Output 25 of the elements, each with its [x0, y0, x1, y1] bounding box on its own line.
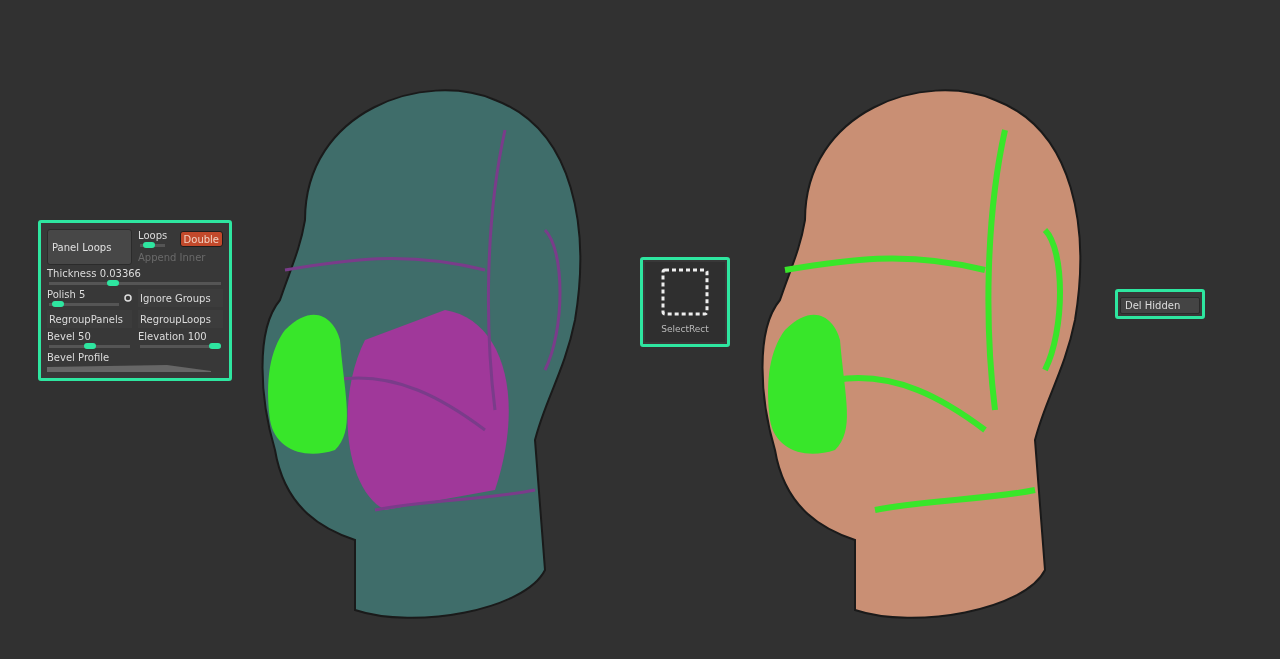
ignore-groups-button[interactable]: Ignore Groups	[138, 289, 223, 307]
panel-loops-button[interactable]: Panel Loops	[47, 229, 132, 265]
slider-label: Loops	[138, 230, 168, 241]
bevel-profile-label: Bevel Profile	[47, 352, 111, 363]
circle-icon	[124, 294, 132, 302]
selection-rectangle-icon	[661, 268, 709, 316]
slider-label: Elevation 100	[138, 331, 208, 342]
del-hidden-button[interactable]: Del Hidden	[1120, 297, 1200, 314]
slider-thumb[interactable]	[83, 343, 96, 349]
slider-label: Polish 5	[47, 289, 87, 300]
slider-track[interactable]	[140, 343, 221, 349]
slider-thumb[interactable]	[106, 280, 119, 286]
slider-track[interactable]	[140, 242, 166, 248]
slider-track[interactable]	[49, 280, 221, 286]
double-toggle[interactable]: Double	[179, 231, 223, 247]
slider-track[interactable]	[49, 301, 119, 307]
select-rect-button[interactable]: SelectRect	[645, 262, 725, 342]
slider-thumb[interactable]	[209, 343, 221, 349]
slider-thumb[interactable]	[142, 242, 155, 248]
regroup-loops-button[interactable]: RegroupLoops	[138, 310, 223, 328]
slider-thumb[interactable]	[51, 301, 64, 307]
slider-label: Thickness 0.03366	[47, 268, 142, 279]
regroup-panels-button[interactable]: RegroupPanels	[47, 310, 132, 328]
slider-label: Bevel 50	[47, 331, 92, 342]
slider-track[interactable]	[49, 343, 130, 349]
